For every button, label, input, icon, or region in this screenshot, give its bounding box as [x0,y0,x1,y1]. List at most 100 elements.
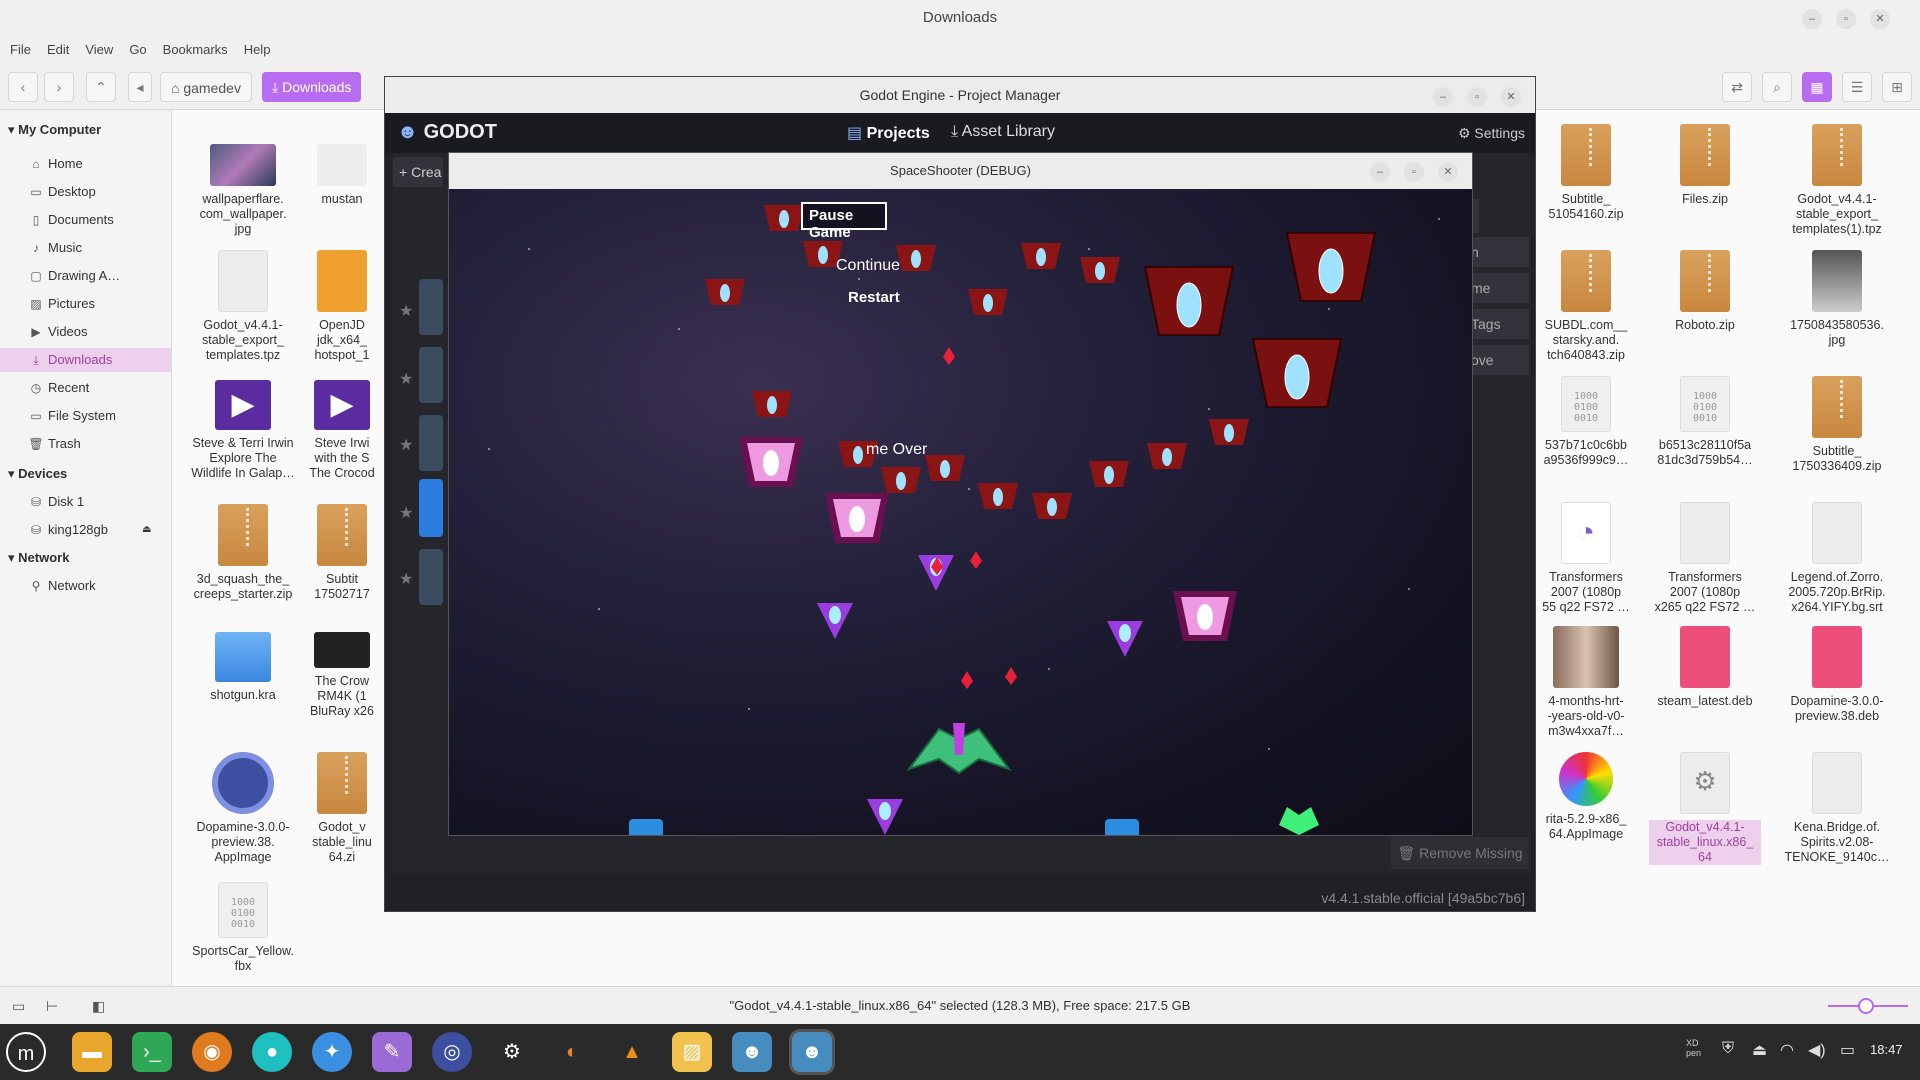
section-devices[interactable]: ▾ Devices [8,466,67,482]
image-viewer-icon[interactable]: ▨ [672,1032,712,1072]
firefox-icon[interactable]: ◉ [192,1032,232,1072]
vscode-icon[interactable]: ✦ [312,1032,352,1072]
sidebar-item-downloads[interactable]: ⤓ Downloads [0,348,171,372]
file-item[interactable]: 1000 0100 0010 537b71c0c6bb a9536f999c9… [1536,376,1636,468]
hide-sidebar-icon[interactable]: ◧ [92,987,105,1025]
favorite-star-icon[interactable]: ★ [399,301,413,321]
back-button[interactable]: ‹ [8,72,38,102]
sidebar-item-music[interactable]: ♪ Music [28,236,168,260]
volume-icon[interactable]: ◀) [1808,1040,1826,1060]
file-item[interactable]: shotgun.kra [178,632,308,703]
menu-icon[interactable]: m [6,1032,46,1072]
tree-icon[interactable]: ⊢ [46,987,58,1025]
file-item[interactable]: mustan [300,144,384,207]
keyboard-layout-indicator[interactable]: XD pen [1686,1038,1701,1058]
file-item[interactable]: 1000 0100 0010 SportsCar_Yellow. fbx [178,882,308,974]
wifi-icon[interactable]: ◠ [1780,1040,1794,1060]
shield-icon[interactable]: ⛨ [1722,1040,1734,1058]
terminal-icon[interactable]: ›_ [132,1032,172,1072]
pause-game-button[interactable]: Pause Game [801,202,887,241]
section-network[interactable]: ▾ Network [8,550,69,566]
remove-button[interactable]: ove [1471,345,1529,375]
toggle-location-button[interactable]: ⇄ [1722,72,1752,102]
rename-button[interactable]: me [1471,273,1529,303]
sidebar-item-network[interactable]: ⚲ Network [28,574,168,598]
settings-button[interactable]: ⚙ Settings [1458,125,1525,142]
file-item[interactable]: Legend.of.Zorro. 2005.720p.BrRip. x264.Y… [1772,502,1902,615]
maximize-icon[interactable]: ▫ [1467,87,1487,107]
sidebar-item-drawing[interactable]: ▢ Drawing A… [28,264,168,288]
file-item[interactable]: wallpaperflare. com_wallpaper. jpg [178,144,308,237]
file-item[interactable]: 1750843580536. jpg [1772,250,1902,348]
battery-icon[interactable]: ▭ [1840,1040,1855,1060]
file-item[interactable]: ◔ Transformers 2007 (1080p 55 q22 FS72 … [1536,502,1636,615]
menu-edit[interactable]: Edit [39,36,77,64]
file-item[interactable]: SUBDL.com__ starsky.and. tch640843.zip [1536,250,1636,363]
favorite-star-icon[interactable]: ★ [399,569,413,589]
create-button[interactable]: + Crea [393,157,443,187]
sidebar-item-home[interactable]: ⌂ Home [28,152,168,176]
sidebar-item-king128gb[interactable]: ⛁ king128gb ⏏ [28,518,168,542]
sidebar-item-videos[interactable]: ▶ Videos [28,320,168,344]
close-icon[interactable]: ✕ [1501,87,1521,107]
tags-button[interactable]: Tags [1471,309,1529,339]
zoom-slider-handle[interactable] [1858,998,1874,1014]
file-item[interactable]: 4-months-hrt- -years-old-v0- m3w4xxa7f… [1536,626,1636,739]
sidebar-item-pictures[interactable]: ▨ Pictures [28,292,168,316]
minimize-icon[interactable]: – [1370,162,1390,182]
breadcrumb-downloads[interactable]: ⤓ Downloads [262,72,362,102]
section-my-computer[interactable]: ▾ My Computer [8,122,101,138]
vlc-icon[interactable]: ▲ [612,1032,652,1072]
favorite-star-icon[interactable]: ★ [399,503,413,523]
file-item[interactable]: Transformers 2007 (1080p x265 q22 FS72 … [1640,502,1770,615]
file-item[interactable]: ▶ Steve & Terri Irwin Explore The Wildlif… [178,380,308,481]
remove-missing-button[interactable]: 🗑 Remove Missing [1391,837,1529,869]
places-icon[interactable]: ▭ [12,987,25,1025]
file-item[interactable]: 3d_squash_the_ creeps_starter.zip [178,504,308,602]
close-icon[interactable]: ✕ [1870,9,1890,29]
favorite-star-icon[interactable]: ★ [399,369,413,389]
file-item[interactable]: The Crow RM4K (1 BluRay x26 [300,632,384,719]
menu-file[interactable]: File [2,36,39,64]
eject-icon[interactable]: ⏏ [1752,1040,1767,1060]
tab-projects[interactable]: ▤ Projects [847,123,930,143]
godot-icon[interactable]: ☻ [732,1032,772,1072]
close-icon[interactable]: ✕ [1438,162,1458,182]
file-item[interactable]: Godot_v4.4.1- stable_export_ templates.t… [178,250,308,363]
godot-debug-icon[interactable]: ☻ [792,1032,832,1072]
edit-button[interactable]: n [1471,237,1529,267]
icon-view-button[interactable]: ▦ [1802,72,1832,102]
sidebar-item-trash[interactable]: 🗑 Trash [28,432,168,456]
restart-button[interactable]: Restart [848,289,900,306]
compact-view-button[interactable]: ⊞ [1882,72,1912,102]
file-item[interactable]: OpenJD jdk_x64_ hotspot_1 [300,250,384,363]
file-item[interactable]: Files.zip [1640,124,1770,207]
file-item[interactable]: Dopamine-3.0.0- preview.38.deb [1772,626,1902,724]
breadcrumb-left-arrow[interactable]: ◂ [128,72,152,102]
file-item[interactable]: Subtit 17502717 [300,504,384,602]
clock[interactable]: 18:47 [1870,1042,1903,1057]
tab-asset-library[interactable]: ⤓ Asset Library [951,123,1055,141]
file-item[interactable]: rita-5.2.9-x86_ 64.AppImage [1536,752,1636,842]
forward-button[interactable]: › [44,72,74,102]
krita-icon[interactable]: ✎ [372,1032,412,1072]
file-item[interactable]: Subtitle_ 1750336409.zip [1772,376,1902,474]
blender-icon[interactable]: ◐ [552,1032,592,1072]
eject-icon[interactable]: ⏏ [142,518,151,542]
continue-button[interactable]: Continue [836,257,900,275]
file-item[interactable]: ▶ Steve Irwi with the S The Crocod [300,380,384,481]
file-item[interactable]: Subtitle_ 51054160.zip [1536,124,1636,222]
menu-view[interactable]: View [77,36,121,64]
menu-bookmarks[interactable]: Bookmarks [155,36,236,64]
breadcrumb-gamedev[interactable]: ⌂ gamedev [160,72,252,102]
steam-icon[interactable]: ⚙ [492,1032,532,1072]
dopamine-icon[interactable]: ◎ [432,1032,472,1072]
maximize-icon[interactable]: ▫ [1836,9,1856,29]
up-button[interactable]: ⌃ [86,72,116,102]
minimize-icon[interactable]: – [1433,87,1453,107]
maximize-icon[interactable]: ▫ [1404,162,1424,182]
file-item[interactable]: Godot_v stable_linu 64.zi [300,752,384,865]
file-item[interactable]: Dopamine-3.0.0- preview.38. AppImage [178,752,308,865]
sidebar-item-file-system[interactable]: ▭ File System [28,404,168,428]
menu-go[interactable]: Go [121,36,154,64]
